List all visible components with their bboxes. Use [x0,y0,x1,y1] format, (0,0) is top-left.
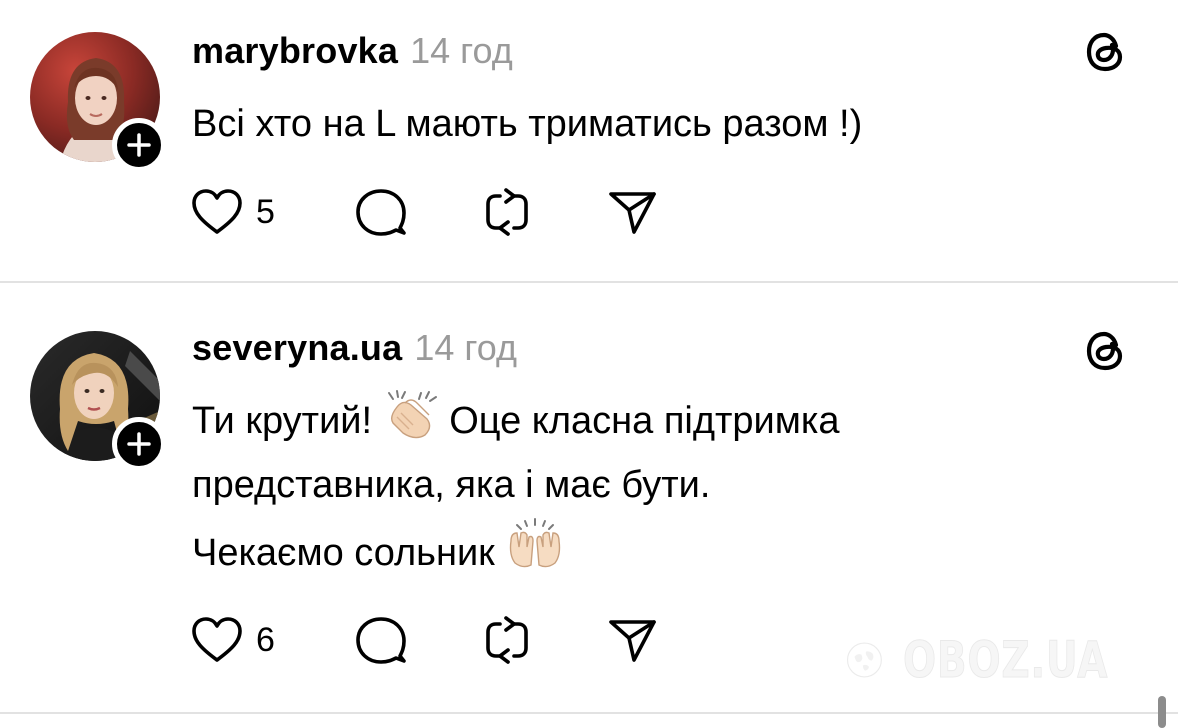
threads-logo-icon[interactable] [1082,28,1130,76]
post-text: Ти крутий! Оце класна підтримка представ… [192,389,840,585]
send-icon [609,620,656,662]
text-segment: Ти крутий! [192,400,373,442]
text-segment: Чекаємо сольник [192,532,495,574]
timestamp: 14 год [410,30,513,71]
comment-button[interactable] [354,186,408,238]
post-1: marybrovka 14 год Всі хто на L мають три… [0,0,1178,282]
like-count: 6 [256,620,275,659]
follow-button[interactable] [112,417,166,471]
repost-button[interactable] [480,186,534,238]
username[interactable]: marybrovka [192,30,398,72]
text-line: представника, яка і має бути. [192,464,711,506]
globe-icon [846,642,882,678]
username[interactable]: severyna.ua [192,327,402,369]
send-icon [609,192,656,234]
post-header: marybrovka 14 год [192,30,513,72]
post-text: Всі хто на L мають триматись разом !) [192,92,862,156]
like-count: 5 [256,192,275,231]
share-button[interactable] [606,614,660,666]
heart-icon [192,189,242,234]
share-button[interactable] [606,186,660,238]
heart-icon [192,617,242,662]
watermark: OBOZ.UA [846,612,1166,708]
comment-bubble-icon [356,189,406,236]
like-button[interactable]: 6 [190,614,275,666]
repost-icon [486,188,528,236]
raising-hands-emoji [510,518,561,568]
divider [0,712,1178,714]
post-header: severyna.ua 14 год [192,327,517,369]
comment-button[interactable] [354,614,408,666]
like-button[interactable]: 5 [190,186,275,238]
follow-button[interactable] [112,118,166,172]
text-line: Чекаємо сольник [192,517,840,585]
repost-icon [486,616,528,664]
plus-icon [127,133,151,157]
text-line: Ти крутий! Оце класна підтримка [192,389,840,453]
text-line: Всі хто на L мають триматись разом !) [192,103,863,145]
watermark-text: OBOZ.UA [902,631,1109,690]
text-segment: Оце класна підтримка [449,400,840,442]
threads-logo-icon[interactable] [1082,327,1130,375]
timestamp: 14 год [414,327,517,368]
comment-bubble-icon [356,617,406,664]
clapping-hands-emoji [387,390,437,439]
repost-button[interactable] [480,614,534,666]
scrollbar[interactable] [1158,696,1166,728]
plus-icon [127,432,151,456]
